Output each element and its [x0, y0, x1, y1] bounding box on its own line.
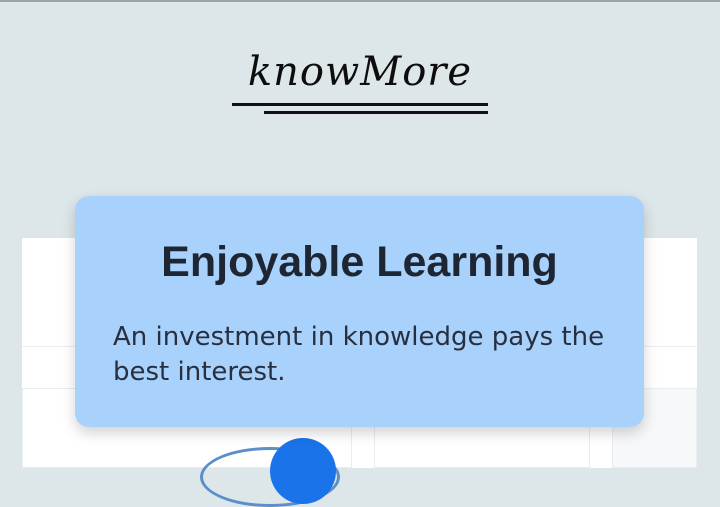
feature-card: Enjoyable Learning An investment in know…	[75, 196, 644, 427]
card-description: An investment in knowledge pays the best…	[113, 322, 605, 387]
brand-header: knowMore	[0, 44, 720, 100]
logo-text[interactable]: knowMore	[248, 44, 472, 100]
illustration-circle	[270, 438, 336, 504]
window-top-border	[0, 0, 720, 2]
logo-underline-bottom	[264, 111, 488, 114]
card-title: Enjoyable Learning	[161, 238, 558, 286]
logo-underline-top	[232, 103, 488, 106]
